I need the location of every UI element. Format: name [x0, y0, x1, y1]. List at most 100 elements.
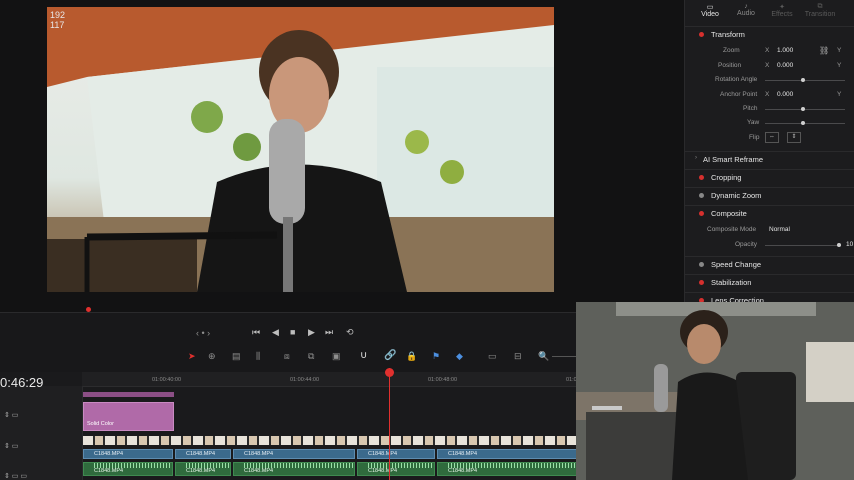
link-icon[interactable]: ⛓ — [819, 46, 829, 55]
section-smart-reframe[interactable]: › AI Smart Reframe — [685, 151, 854, 168]
video-clip[interactable]: C1848.MP4 — [437, 449, 578, 459]
play-icon[interactable]: ▶ — [308, 327, 315, 338]
track-headers: ⇕ ▭ ⇕ ▭ ⇕ ▭ ▭ — [0, 386, 83, 480]
tab-video[interactable]: ▭ Video — [693, 3, 727, 18]
insert-clip-icon[interactable]: ⧈ — [284, 351, 290, 362]
composite-mode-label: Composite Mode — [707, 226, 757, 233]
replace-clip-icon[interactable]: ▣ — [332, 351, 341, 362]
zoom-custom-icon[interactable]: 🔍 — [538, 351, 549, 362]
yaw-slider-knob[interactable] — [801, 121, 805, 125]
section-title: Dynamic Zoom — [711, 191, 762, 200]
anchor-x-axis: X — [765, 91, 770, 98]
audio-clip[interactable]: C1848.MP4 — [233, 462, 355, 476]
video-tab-icon: ▭ — [706, 4, 714, 11]
zoom-y-axis: Y — [837, 47, 842, 54]
track-v2-controls[interactable]: ⇕ ▭ — [4, 442, 18, 450]
zoom-full-icon[interactable]: ▭ — [488, 351, 497, 362]
video-clip[interactable]: C1848.MP4 — [233, 449, 355, 459]
video-frame-illustration — [47, 7, 554, 292]
loop-icon[interactable]: ⟲ — [346, 327, 354, 338]
section-stabilization[interactable]: Stabilization — [685, 274, 854, 291]
zoom-x-field[interactable]: 1.000 — [777, 47, 793, 54]
snapping-icon[interactable]: ∪ — [360, 350, 367, 361]
playhead-line[interactable] — [389, 368, 390, 480]
enabled-dot-icon[interactable] — [699, 211, 704, 216]
video-clip[interactable]: C1848.MP4 — [175, 449, 231, 459]
overwrite-clip-icon[interactable]: ⧉ — [308, 351, 314, 362]
pitch-label: Pitch — [743, 105, 758, 112]
webcam-scene-illustration — [576, 302, 854, 480]
go-to-end-icon[interactable]: ⏭ — [325, 327, 333, 338]
solid-color-clip[interactable]: Solid Color — [83, 402, 174, 431]
section-dynamic-zoom[interactable]: Dynamic Zoom — [685, 187, 854, 204]
opacity-slider-knob[interactable] — [837, 243, 841, 247]
section-title: Cropping — [711, 173, 742, 182]
flip-vertical-icon[interactable]: ⇕ — [787, 132, 801, 143]
position-x-axis: X — [765, 62, 770, 69]
blade-tool-icon[interactable]: ⫼ — [256, 351, 260, 362]
video-clip[interactable]: C1848.MP4 — [83, 449, 173, 459]
pitch-slider-knob[interactable] — [801, 107, 805, 111]
enabled-dot-icon[interactable] — [699, 32, 704, 37]
inspector-tabs: ▭ Video ♪ Audio ✦ Effects ⧉ Transition — [685, 0, 854, 27]
tab-effects[interactable]: ✦ Effects — [765, 3, 799, 18]
loop-mode-icon[interactable]: ‹ • › — [196, 328, 210, 338]
pitch-slider[interactable] — [765, 109, 845, 110]
solid-color-clip-header[interactable] — [83, 392, 174, 397]
disabled-dot-icon[interactable] — [699, 262, 704, 267]
frame-counter-top: 192 — [50, 10, 66, 20]
anchor-x-field[interactable]: 0.000 — [777, 91, 793, 98]
position-y-axis: Y — [837, 62, 842, 69]
audio-clip[interactable]: C1848.MP4 — [437, 462, 578, 476]
clip-name: C1848.MP4 — [368, 468, 398, 474]
composite-mode-select[interactable]: Normal — [769, 226, 849, 233]
stop-icon[interactable]: ■ — [290, 327, 295, 337]
clip-name: C1848.MP4 — [244, 468, 274, 474]
video-thumbnails[interactable] — [83, 436, 578, 445]
trim-tool-icon[interactable]: ⊕ — [208, 351, 216, 362]
play-reverse-icon[interactable]: ◀ — [272, 327, 279, 338]
section-cropping[interactable]: Cropping — [685, 169, 854, 186]
tab-transition[interactable]: ⧉ Transition — [803, 3, 837, 18]
audio-clip[interactable]: C1848.MP4 — [175, 462, 231, 476]
selection-tool-icon[interactable]: ➤ — [188, 351, 196, 362]
track-v1-controls[interactable]: ⇕ ▭ ▭ — [4, 472, 27, 480]
playhead-handle[interactable] — [385, 368, 394, 377]
disabled-dot-icon[interactable] — [699, 193, 704, 198]
music-note-icon: ♪ — [744, 3, 748, 10]
enabled-dot-icon[interactable] — [699, 175, 704, 180]
audio-clip[interactable]: C1848.MP4 — [357, 462, 435, 476]
effects-icon: ✦ — [779, 4, 785, 11]
section-composite[interactable]: Composite — [685, 205, 854, 222]
track-v3-controls[interactable]: ⇕ ▭ — [4, 411, 18, 419]
clip-name: C1848.MP4 — [94, 451, 124, 457]
opacity-field[interactable]: 10 — [846, 241, 853, 248]
tab-transition-label: Transition — [804, 11, 836, 18]
video-preview[interactable] — [47, 7, 554, 292]
enabled-dot-icon[interactable] — [699, 280, 704, 285]
flag-icon[interactable]: ⚑ — [432, 351, 440, 362]
ruler-tick-label: 01:00:40:00 — [152, 377, 182, 383]
marker-icon[interactable]: ◆ — [456, 351, 463, 362]
section-speed-change[interactable]: Speed Change — [685, 256, 854, 273]
opacity-slider[interactable] — [765, 245, 841, 246]
section-transform[interactable]: Transform — [685, 27, 854, 43]
tab-audio-label: Audio — [737, 10, 755, 17]
tab-audio[interactable]: ♪ Audio — [729, 3, 763, 17]
flip-horizontal-icon[interactable]: ⇔ — [765, 132, 779, 143]
zoom-detail-icon[interactable]: ⊟ — [514, 351, 522, 362]
go-to-start-icon[interactable]: ⏮ — [252, 327, 260, 338]
audio-clip[interactable]: C1848.MP4 — [83, 462, 173, 476]
tab-effects-label: Effects — [771, 11, 793, 18]
linked-selection-icon[interactable]: 🔗 — [384, 350, 396, 361]
yaw-slider[interactable] — [765, 123, 845, 124]
rotation-slider[interactable] — [765, 80, 845, 81]
position-x-field[interactable]: 0.000 — [777, 62, 793, 69]
rotation-slider-knob[interactable] — [801, 78, 805, 82]
lock-icon[interactable]: 🔒 — [406, 351, 417, 362]
position-label: Position — [718, 62, 742, 69]
dynamic-trim-icon[interactable]: ▤ — [232, 351, 241, 362]
section-title: Stabilization — [711, 278, 752, 287]
video-clip[interactable]: C1848.MP4 — [357, 449, 435, 459]
zoom-slider[interactable] — [552, 356, 576, 357]
